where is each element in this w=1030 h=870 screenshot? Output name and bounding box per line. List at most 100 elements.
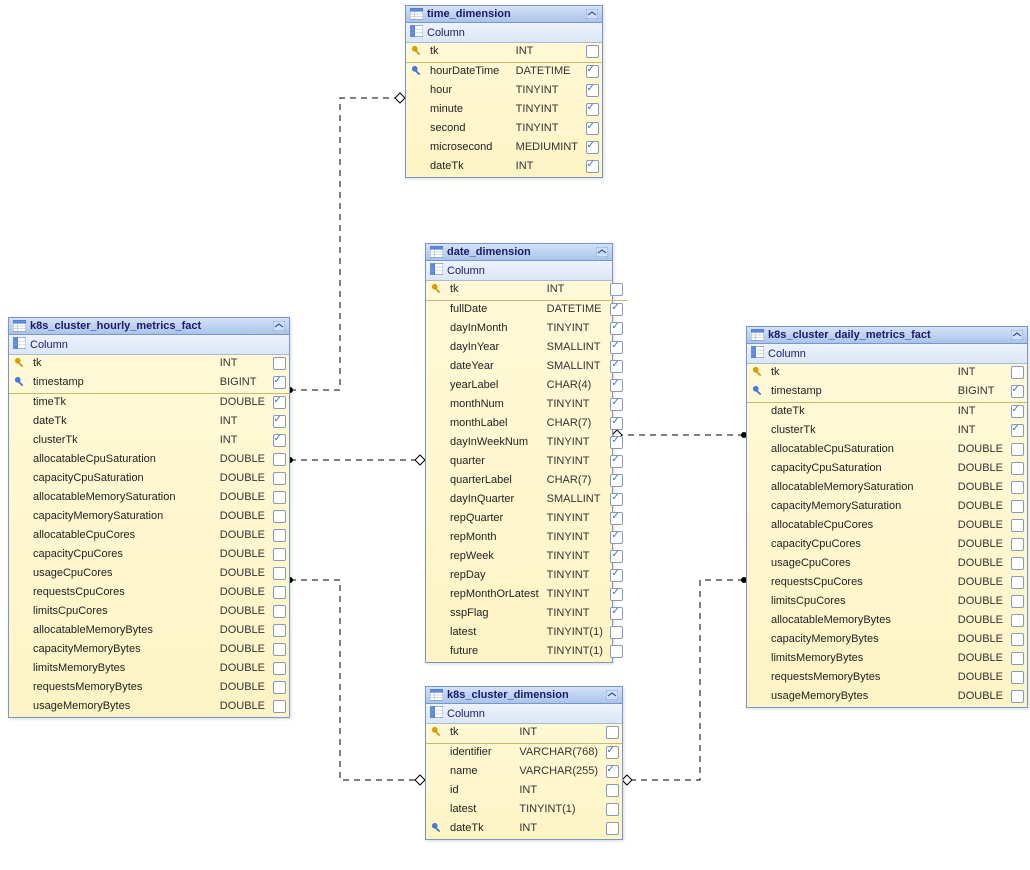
column-checkbox[interactable]	[269, 413, 291, 432]
entity-titlebar[interactable]: k8s_cluster_hourly_metrics_fact	[9, 318, 289, 335]
column-checkbox[interactable]	[269, 489, 291, 508]
column-checkbox[interactable]	[269, 527, 291, 546]
column-checkbox[interactable]	[1007, 612, 1029, 631]
column-name[interactable]: capacityMemoryBytes	[767, 631, 954, 650]
column-checkbox[interactable]	[607, 548, 629, 567]
column-name[interactable]: allocatableMemorySaturation	[767, 479, 954, 498]
column-name[interactable]: name	[446, 763, 515, 782]
entity-titlebar[interactable]: time_dimension	[406, 6, 602, 23]
column-checkbox[interactable]	[607, 529, 629, 548]
column-name[interactable]: dateTk	[426, 158, 512, 177]
column-checkbox[interactable]	[1007, 555, 1029, 574]
column-checkbox[interactable]	[607, 491, 629, 510]
column-name[interactable]: capacityCpuSaturation	[767, 460, 954, 479]
column-checkbox[interactable]	[269, 394, 291, 413]
column-name[interactable]: usageCpuCores	[29, 565, 216, 584]
column-name[interactable]: monthLabel	[446, 415, 543, 434]
column-name[interactable]: second	[426, 120, 512, 139]
column-checkbox[interactable]	[269, 660, 291, 679]
collapse-icon[interactable]	[606, 690, 618, 703]
column-name[interactable]: id	[446, 782, 515, 801]
column-name[interactable]: repQuarter	[446, 510, 543, 529]
column-name[interactable]: capacityCpuSaturation	[29, 470, 216, 489]
column-name[interactable]: dayInMonth	[446, 320, 543, 339]
column-name[interactable]: allocatableMemorySaturation	[29, 489, 216, 508]
column-name[interactable]: timestamp	[767, 383, 954, 402]
column-checkbox[interactable]	[1007, 460, 1029, 479]
column-checkbox[interactable]	[1007, 403, 1029, 422]
column-name[interactable]: capacityMemorySaturation	[767, 498, 954, 517]
column-name[interactable]: identifier	[446, 744, 515, 763]
column-checkbox[interactable]	[607, 567, 629, 586]
column-checkbox[interactable]	[1007, 517, 1029, 536]
column-name[interactable]: limitsCpuCores	[29, 603, 216, 622]
column-checkbox[interactable]	[269, 698, 291, 717]
column-name[interactable]: capacityCpuCores	[767, 536, 954, 555]
column-checkbox[interactable]	[269, 355, 291, 374]
column-name[interactable]: repMonth	[446, 529, 543, 548]
column-name[interactable]: future	[446, 643, 543, 662]
entity-k8s-cluster-dimension[interactable]: k8s_cluster_dimensionColumntkINTidentifi…	[425, 686, 623, 840]
column-name[interactable]: allocatableCpuCores	[767, 517, 954, 536]
column-name[interactable]: tk	[767, 364, 954, 383]
column-name[interactable]: microsecond	[426, 139, 512, 158]
column-checkbox[interactable]	[582, 43, 604, 62]
column-checkbox[interactable]	[607, 396, 629, 415]
column-name[interactable]: limitsCpuCores	[767, 593, 954, 612]
column-checkbox[interactable]	[269, 508, 291, 527]
column-name[interactable]: tk	[426, 43, 512, 62]
column-name[interactable]: quarter	[446, 453, 543, 472]
column-checkbox[interactable]	[1007, 650, 1029, 669]
column-checkbox[interactable]	[582, 139, 604, 158]
column-name[interactable]: latest	[446, 624, 543, 643]
column-name[interactable]: clusterTk	[767, 422, 954, 441]
column-checkbox[interactable]	[607, 301, 629, 320]
column-name[interactable]: yearLabel	[446, 377, 543, 396]
column-name[interactable]: requestsCpuCores	[767, 574, 954, 593]
column-checkbox[interactable]	[269, 432, 291, 451]
column-name[interactable]: dateTk	[29, 413, 216, 432]
column-name[interactable]: repDay	[446, 567, 543, 586]
column-checkbox[interactable]	[602, 744, 624, 763]
column-checkbox[interactable]	[269, 451, 291, 470]
column-name[interactable]: hourDateTime	[426, 63, 512, 82]
column-name[interactable]: dayInWeekNum	[446, 434, 543, 453]
column-checkbox[interactable]	[269, 470, 291, 489]
column-name[interactable]: tk	[29, 355, 216, 374]
column-checkbox[interactable]	[607, 605, 629, 624]
column-checkbox[interactable]	[1007, 631, 1029, 650]
column-checkbox[interactable]	[1007, 364, 1029, 383]
column-name[interactable]: timeTk	[29, 394, 216, 413]
column-name[interactable]: hour	[426, 82, 512, 101]
column-checkbox[interactable]	[602, 820, 624, 839]
column-checkbox[interactable]	[582, 158, 604, 177]
column-checkbox[interactable]	[607, 377, 629, 396]
column-name[interactable]: fullDate	[446, 301, 543, 320]
column-name[interactable]: dateYear	[446, 358, 543, 377]
column-checkbox[interactable]	[607, 434, 629, 453]
column-checkbox[interactable]	[602, 782, 624, 801]
column-name[interactable]: dayInYear	[446, 339, 543, 358]
column-name[interactable]: dateTk	[767, 403, 954, 422]
column-name[interactable]: requestsMemoryBytes	[767, 669, 954, 688]
column-checkbox[interactable]	[269, 546, 291, 565]
column-name[interactable]: allocatableCpuSaturation	[767, 441, 954, 460]
column-checkbox[interactable]	[607, 586, 629, 605]
column-name[interactable]: limitsMemoryBytes	[767, 650, 954, 669]
column-checkbox[interactable]	[269, 584, 291, 603]
column-name[interactable]: requestsCpuCores	[29, 584, 216, 603]
column-checkbox[interactable]	[607, 339, 629, 358]
column-checkbox[interactable]	[602, 724, 624, 743]
column-checkbox[interactable]	[1007, 441, 1029, 460]
column-name[interactable]: sspFlag	[446, 605, 543, 624]
column-name[interactable]: timestamp	[29, 374, 216, 393]
column-checkbox[interactable]	[607, 624, 629, 643]
column-name[interactable]: capacityMemorySaturation	[29, 508, 216, 527]
entity-time-dimension[interactable]: time_dimensionColumntkINThourDateTimeDAT…	[405, 5, 603, 178]
column-checkbox[interactable]	[269, 565, 291, 584]
column-checkbox[interactable]	[1007, 479, 1029, 498]
entity-titlebar[interactable]: k8s_cluster_daily_metrics_fact	[747, 327, 1027, 344]
column-checkbox[interactable]	[607, 643, 629, 662]
column-name[interactable]: dateTk	[446, 820, 515, 839]
column-checkbox[interactable]	[1007, 536, 1029, 555]
